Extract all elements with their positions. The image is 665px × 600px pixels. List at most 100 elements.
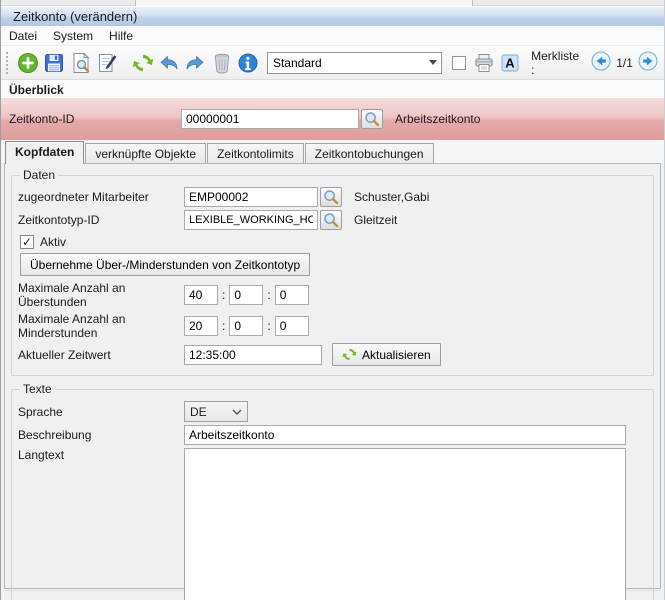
print-button[interactable] — [471, 49, 497, 76]
sprache-row: Sprache DE — [18, 401, 647, 422]
page-magnifier-icon — [70, 52, 92, 74]
mitarbeiter-input[interactable] — [184, 187, 318, 207]
ueberstunden-hours-input[interactable] — [184, 285, 218, 305]
ueberstunden-minutes-input[interactable] — [229, 285, 263, 305]
aktiv-label: Aktiv — [40, 235, 66, 249]
mitarbeiter-lookup-button[interactable] — [320, 187, 342, 207]
menu-item-datei[interactable]: Datei — [1, 27, 45, 45]
arrow-right-circle-icon — [638, 51, 658, 71]
profile-combo — [267, 52, 442, 74]
chevron-down-icon — [429, 60, 437, 65]
profile-combo-input[interactable] — [268, 53, 426, 73]
info-button[interactable] — [235, 49, 261, 76]
ueberstunden-seconds-input[interactable] — [275, 285, 309, 305]
overview-band: Zeitkonto-ID Arbeitszeitkonto — [1, 98, 664, 140]
zeitkonto-id-label: Zeitkonto-ID — [9, 112, 181, 126]
tab-verknuepfte-objekte[interactable]: verknüpfte Objekte — [85, 143, 206, 163]
overview-section-title: Überblick — [1, 80, 664, 98]
edit-button[interactable] — [94, 49, 120, 76]
print-option-checkbox[interactable] — [452, 56, 466, 70]
menu-item-system[interactable]: System — [45, 27, 101, 45]
minderstunden-minutes-input[interactable] — [229, 316, 263, 336]
zeitwert-row: Aktueller Zeitwert Aktualisieren — [18, 343, 647, 366]
refresh-button[interactable] — [130, 49, 156, 76]
zeitkonto-id-input[interactable] — [181, 109, 359, 129]
aktiv-checkbox[interactable]: ✓ — [20, 235, 34, 249]
daten-group-title: Daten — [20, 168, 58, 182]
time-separator: : — [267, 319, 270, 333]
time-separator: : — [267, 288, 270, 302]
info-circle-icon — [237, 52, 259, 74]
texte-group: Texte Sprache DE Beschreibung Langtext — [11, 382, 654, 600]
arrow-left-circle-icon — [591, 51, 611, 71]
aktualisieren-button[interactable]: Aktualisieren — [332, 343, 441, 366]
sprache-selected-value: DE — [190, 405, 207, 419]
daten-group: Daten zugeordneter Mitarbeiter Schuster,… — [11, 168, 654, 376]
minderstunden-seconds-input[interactable] — [275, 316, 309, 336]
redo-arrow-icon — [184, 52, 206, 74]
tab-content-panel: Daten zugeordneter Mitarbeiter Schuster,… — [4, 163, 661, 589]
aktiv-row: ✓ Aktiv — [20, 235, 647, 249]
aktualisieren-button-label: Aktualisieren — [362, 348, 431, 362]
langtext-label: Langtext — [18, 448, 184, 462]
merkliste-next-button[interactable] — [638, 51, 658, 74]
zeitkontotyp-row: Zeitkontotyp-ID Gleitzeit — [18, 210, 647, 230]
merkliste-position: 1/1 — [616, 56, 633, 70]
delete-button[interactable] — [208, 49, 234, 76]
preview-button[interactable] — [67, 49, 93, 76]
zeitkontotyp-lookup-button[interactable] — [320, 210, 342, 230]
texte-group-title: Texte — [20, 382, 55, 396]
save-button[interactable] — [41, 49, 67, 76]
svg-text:A: A — [505, 55, 515, 70]
mitarbeiter-row: zugeordneter Mitarbeiter Schuster,Gabi — [18, 187, 647, 207]
uebernehme-row: Übernehme Über-/Minderstunden von Zeitko… — [20, 253, 647, 276]
chevron-down-icon — [232, 409, 242, 415]
zeitwert-input[interactable] — [184, 345, 322, 365]
zeitkonto-id-lookup-button[interactable] — [361, 109, 383, 129]
beschreibung-label: Beschreibung — [18, 428, 184, 442]
refresh-arrows-icon — [342, 347, 357, 362]
undo-arrow-icon — [158, 52, 180, 74]
time-separator: : — [222, 288, 225, 302]
ueberstunden-label: Maximale Anzahl an Überstunden — [18, 281, 184, 309]
tab-zeitkontolimits[interactable]: Zeitkontolimits — [207, 143, 304, 163]
tab-zeitkontobuchungen[interactable]: Zeitkontobuchungen — [305, 143, 434, 163]
beschreibung-row: Beschreibung — [18, 425, 647, 445]
redo-button[interactable] — [182, 49, 208, 76]
magnifier-icon — [363, 110, 381, 128]
add-button[interactable] — [15, 49, 41, 76]
magnifier-icon — [322, 211, 340, 229]
langtext-textarea[interactable] — [184, 448, 626, 600]
toolbar-gripper[interactable] — [5, 51, 10, 75]
minderstunden-row: Maximale Anzahl an Minderstunden : : — [18, 312, 647, 340]
uebernehme-button[interactable]: Übernehme Über-/Minderstunden von Zeitko… — [20, 253, 310, 276]
menu-item-hilfe[interactable]: Hilfe — [101, 27, 141, 45]
tab-bar: Kopfdaten verknüpfte Objekte Zeitkontoli… — [1, 140, 664, 163]
font-button[interactable]: A — [497, 49, 523, 76]
undo-button[interactable] — [156, 49, 182, 76]
app-window: Zeitkonto (verändern) Datei System Hilfe — [0, 0, 665, 600]
merkliste-label: Merkliste : — [531, 49, 584, 77]
merkliste-prev-button[interactable] — [591, 51, 611, 74]
refresh-arrows-icon — [132, 52, 154, 74]
font-a-icon: A — [499, 52, 521, 74]
zeitwert-label: Aktueller Zeitwert — [18, 348, 184, 362]
ueberstunden-row: Maximale Anzahl an Überstunden : : — [18, 281, 647, 309]
minderstunden-hours-input[interactable] — [184, 316, 218, 336]
zeitkontotyp-input[interactable] — [184, 210, 318, 230]
zeitkontotyp-description: Gleitzeit — [354, 213, 397, 227]
profile-combo-dropdown-button[interactable] — [426, 53, 441, 73]
window-title: Zeitkonto (verändern) — [13, 9, 137, 24]
langtext-row: Langtext — [18, 448, 647, 600]
sprache-select[interactable]: DE — [184, 401, 248, 422]
minderstunden-label: Maximale Anzahl an Minderstunden — [18, 312, 184, 340]
magnifier-icon — [322, 188, 340, 206]
mitarbeiter-description: Schuster,Gabi — [354, 190, 429, 204]
sprache-label: Sprache — [18, 405, 184, 419]
beschreibung-input[interactable] — [184, 425, 626, 445]
menu-bar: Datei System Hilfe — [1, 26, 664, 46]
tab-kopfdaten[interactable]: Kopfdaten — [5, 141, 84, 164]
toolbar: A Merkliste : 1/1 — [1, 46, 664, 80]
time-separator: : — [222, 319, 225, 333]
notepad-edit-icon — [96, 52, 118, 74]
